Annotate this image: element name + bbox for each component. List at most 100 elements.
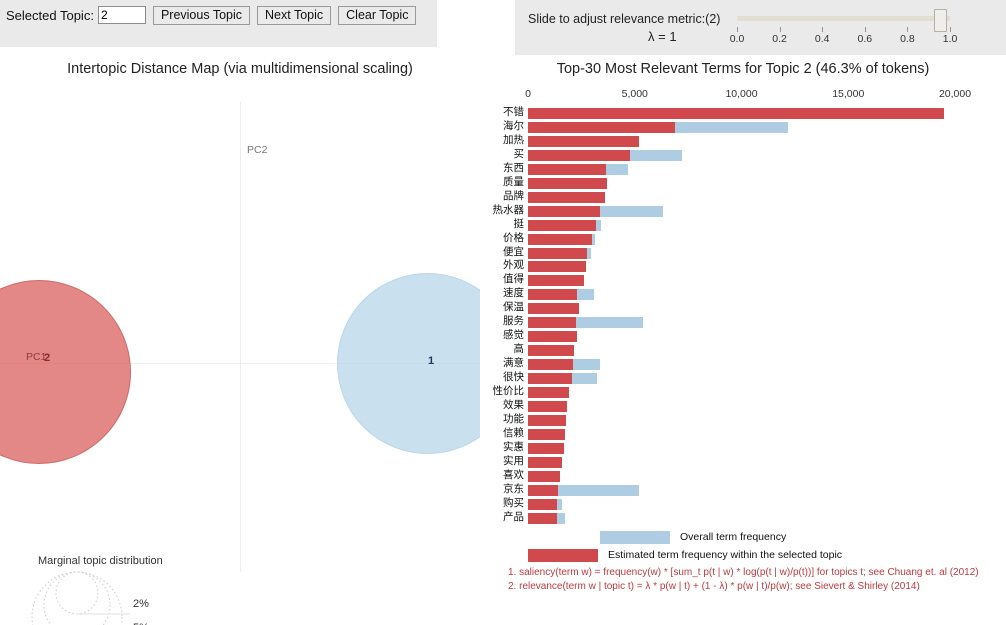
term-label[interactable]: 保温 — [503, 301, 524, 314]
term-label[interactable]: 值得 — [503, 273, 524, 286]
footnote-saliency: 1. saliency(term w) = frequency(w) * [su… — [508, 567, 979, 578]
term-label[interactable]: 海尔 — [503, 120, 524, 133]
topic-frequency-bar — [528, 387, 569, 398]
topic-frequency-bar — [528, 205, 600, 217]
slider-tick-label: 0.4 — [814, 33, 830, 45]
term-label[interactable]: 品牌 — [503, 190, 524, 203]
term-bar-row[interactable]: 感觉 — [480, 329, 1006, 343]
selected-topic-input[interactable] — [97, 6, 146, 24]
slider-tick-mark — [950, 27, 951, 32]
topic-frequency-bar — [528, 247, 587, 259]
term-bar-row[interactable]: 实用 — [480, 455, 1006, 469]
pc2-axis-line — [240, 102, 241, 572]
term-label[interactable]: 产品 — [503, 511, 524, 524]
term-label[interactable]: 很快 — [503, 371, 524, 384]
term-bar-row[interactable]: 东西 — [480, 162, 1006, 176]
term-label[interactable]: 挺 — [514, 218, 525, 231]
term-bar-row[interactable]: 购买 — [480, 497, 1006, 511]
term-label[interactable]: 京东 — [503, 483, 524, 496]
term-bar-row[interactable]: 价格 — [480, 232, 1006, 246]
term-bar-row[interactable]: 买 — [480, 148, 1006, 162]
term-bar-row[interactable]: 满意 — [480, 357, 1006, 371]
term-bar-row[interactable]: 信赖 — [480, 427, 1006, 441]
slider-tick-label: 0.2 — [772, 33, 787, 45]
term-bar-row[interactable]: 外观 — [480, 259, 1006, 273]
term-label[interactable]: 购买 — [503, 497, 524, 510]
term-label[interactable]: 满意 — [503, 357, 524, 370]
term-bar-row[interactable]: 喜欢 — [480, 469, 1006, 483]
topic-frequency-bar — [528, 414, 567, 426]
term-label[interactable]: 不错 — [503, 106, 524, 119]
footnote-relevance: 2. relevance(term w | topic t) = λ * p(w… — [508, 580, 920, 592]
topic-frequency-bar — [528, 373, 572, 385]
term-bar-row[interactable]: 功能 — [480, 413, 1006, 427]
term-bar-row[interactable]: 热水器 — [480, 204, 1006, 218]
topic-bubble-1[interactable] — [337, 273, 480, 454]
term-bar-row[interactable]: 性价比 — [480, 385, 1006, 399]
term-label[interactable]: 价格 — [503, 232, 524, 245]
slider-tick-mark — [737, 27, 738, 32]
previous-topic-button[interactable]: Previous Topic — [152, 6, 250, 25]
top-terms-panel: Top-30 Most Relevant Terms for Topic 2 (… — [480, 55, 1006, 625]
term-label[interactable]: 高 — [514, 343, 525, 356]
term-label[interactable]: 感觉 — [503, 329, 524, 342]
legend-swatch-overall — [600, 531, 670, 544]
term-label[interactable]: 质量 — [503, 176, 524, 189]
topic-frequency-bar — [528, 470, 561, 482]
topic-frequency-bar — [528, 442, 565, 454]
term-label[interactable]: 实惠 — [503, 441, 524, 454]
term-label[interactable]: 性价比 — [493, 385, 525, 398]
topic-bubble-2[interactable] — [0, 280, 131, 464]
term-bar-row[interactable]: 很快 — [480, 371, 1006, 385]
topic-frequency-bar — [528, 261, 586, 273]
topic-frequency-bar — [528, 191, 605, 203]
term-bar-row[interactable]: 值得 — [480, 273, 1006, 287]
term-label[interactable]: 买 — [514, 148, 525, 161]
topic-frequency-bar — [528, 484, 558, 496]
term-label[interactable]: 外观 — [503, 259, 524, 272]
topic-frequency-bar — [528, 108, 945, 119]
term-bar-row[interactable]: 京东 — [480, 483, 1006, 497]
clear-topic-button[interactable]: Clear Topic — [338, 6, 417, 25]
relevance-slider-track[interactable] — [737, 16, 950, 21]
term-label[interactable]: 信赖 — [503, 427, 524, 440]
term-bar-row[interactable]: 高 — [480, 343, 1006, 357]
pc2-axis-label: PC2 — [247, 144, 268, 156]
term-bar-row[interactable]: 加热 — [480, 134, 1006, 148]
slider-tick-mark — [907, 27, 909, 32]
term-label[interactable]: 喜欢 — [503, 469, 524, 482]
topic-frequency-bar — [528, 303, 580, 315]
term-label[interactable]: 热水器 — [493, 204, 525, 217]
term-bar-row[interactable]: 保温 — [480, 301, 1006, 315]
term-label[interactable]: 实用 — [503, 455, 524, 468]
term-label[interactable]: 效果 — [503, 399, 524, 412]
term-label[interactable]: 服务 — [503, 315, 524, 328]
term-bar-row[interactable]: 挺 — [480, 218, 1006, 232]
term-label[interactable]: 东西 — [503, 162, 524, 175]
term-label[interactable]: 加热 — [503, 134, 524, 147]
relevance-slider-handle[interactable] — [934, 9, 947, 32]
term-bar-row[interactable]: 实惠 — [480, 441, 1006, 455]
topic-bubble-label-2: 2 — [44, 352, 51, 364]
term-label[interactable]: 速度 — [503, 287, 524, 300]
relevance-slider-caption: Slide to adjust relevance metric:(2) — [528, 12, 721, 26]
topic-frequency-bar — [528, 233, 593, 245]
top-terms-title: Top-30 Most Relevant Terms for Topic 2 (… — [556, 61, 930, 77]
term-bar-row[interactable]: 速度 — [480, 287, 1006, 301]
term-bar-row[interactable]: 便宜 — [480, 246, 1006, 260]
term-bar-row[interactable]: 服务 — [480, 315, 1006, 329]
x-axis-tick-label: 20,000 — [938, 88, 972, 100]
topic-frequency-bar — [528, 219, 597, 231]
topic-frequency-bar — [528, 359, 573, 371]
term-bar-row[interactable]: 质量 — [480, 176, 1006, 190]
term-bar-row[interactable]: 海尔 — [480, 120, 1006, 134]
term-bar-row[interactable]: 效果 — [480, 399, 1006, 413]
term-bar-row[interactable]: 不错 — [480, 106, 1006, 120]
term-label[interactable]: 便宜 — [503, 246, 524, 259]
next-topic-button[interactable]: Next Topic — [257, 6, 332, 25]
term-bar-row[interactable]: 产品 — [480, 511, 1006, 525]
term-bar-row[interactable]: 品牌 — [480, 190, 1006, 204]
term-label[interactable]: 功能 — [503, 413, 524, 426]
topic-frequency-bar — [528, 135, 640, 147]
lambda-value-label: λ = 1 — [648, 29, 677, 44]
